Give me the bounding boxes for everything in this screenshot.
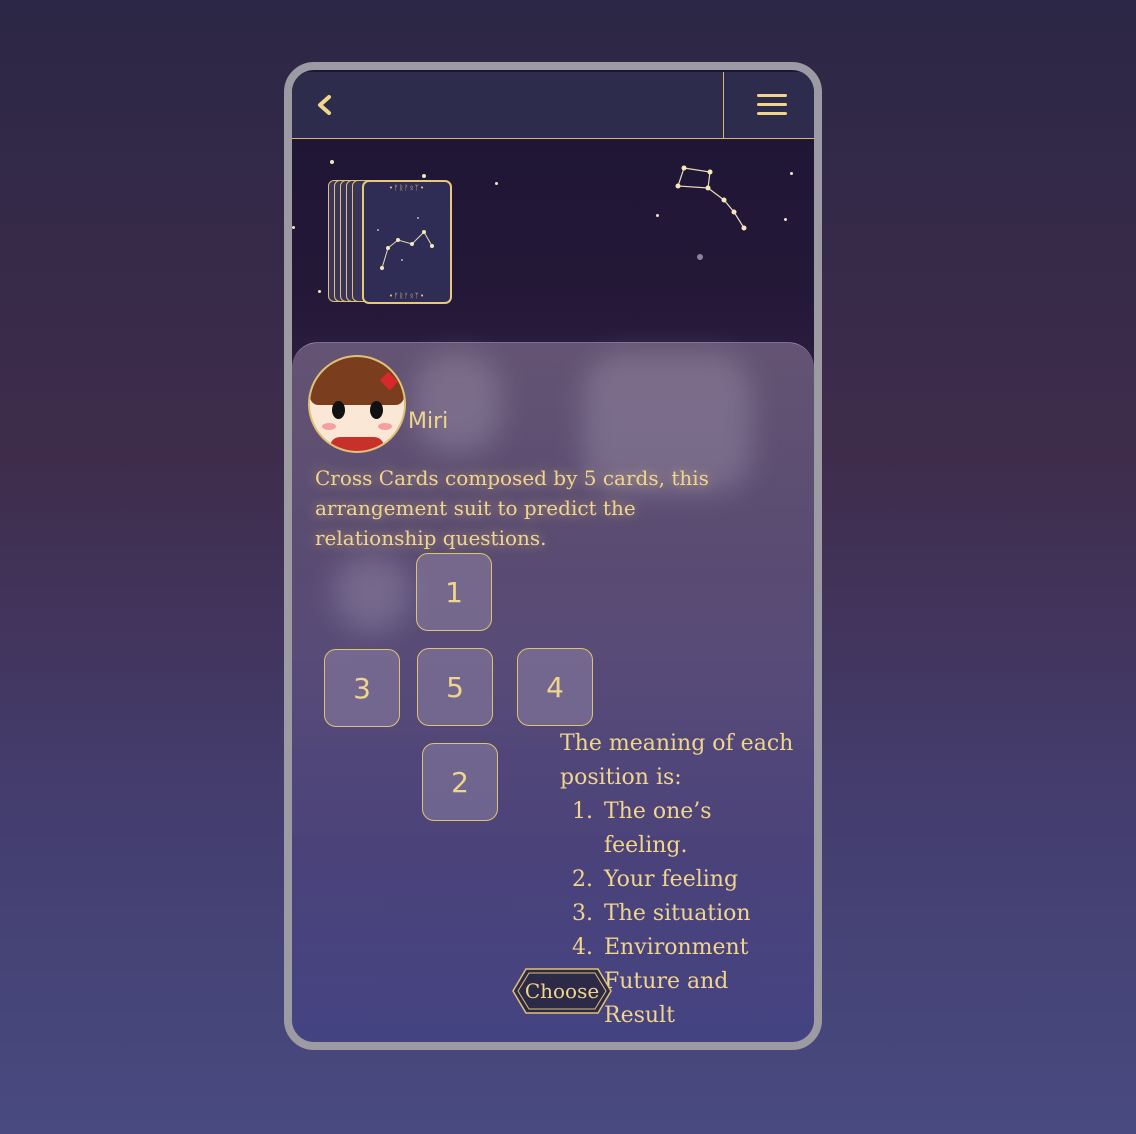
big-dipper-constellation-icon	[675, 165, 747, 231]
meaning-item: Future and Result	[600, 965, 800, 1033]
back-button[interactable]	[310, 90, 340, 120]
menu-button[interactable]	[723, 72, 814, 138]
card-runes-top: •ᚠᚱᚨᛟᛉ•	[388, 184, 426, 192]
card-slot-5[interactable]: 5	[417, 648, 493, 726]
choose-button-label: Choose	[524, 979, 600, 1003]
card-runes-bottom: •ᚠᚱᚨᛟᛉ•	[388, 292, 426, 300]
card-slot-1[interactable]: 1	[416, 553, 492, 631]
meaning-item: Environment	[600, 931, 800, 965]
avatar	[308, 355, 406, 453]
top-navigation-bar	[292, 72, 814, 139]
tarot-card-deck: •ᚠᚱᚨᛟᛉ• •ᚠᚱᚨᛟᛉ•	[328, 180, 458, 310]
tarot-card-front: •ᚠᚱᚨᛟᛉ• •ᚠᚱᚨᛟᛉ•	[362, 180, 452, 304]
spread-description: Cross Cards composed by 5 cards, this ar…	[315, 466, 709, 550]
choose-button[interactable]: Choose	[512, 967, 612, 1015]
chevron-left-icon	[318, 95, 331, 115]
meaning-item: The one’s feeling.	[600, 795, 800, 863]
meanings-heading: The meaning of each position is:	[560, 731, 794, 790]
card-slot-3[interactable]: 3	[324, 649, 400, 727]
card-slot-4[interactable]: 4	[517, 648, 593, 726]
meaning-item: Your feeling	[600, 863, 800, 897]
speaker-name: Miri	[408, 409, 449, 434]
starry-sky-banner: •ᚠᚱᚨᛟᛉ• •ᚠᚱᚨᛟᛉ•	[292, 140, 814, 350]
card-constellation-icon	[377, 217, 434, 270]
spread-info-panel: Miri Cross Cards composed by 5 cards, th…	[292, 342, 814, 1042]
phone-frame: •ᚠᚱᚨᛟᛉ• •ᚠᚱᚨᛟᛉ• Miri Cross Cards compose…	[284, 62, 822, 1050]
card-slot-2[interactable]: 2	[422, 743, 498, 821]
meaning-item: The situation	[600, 897, 800, 931]
